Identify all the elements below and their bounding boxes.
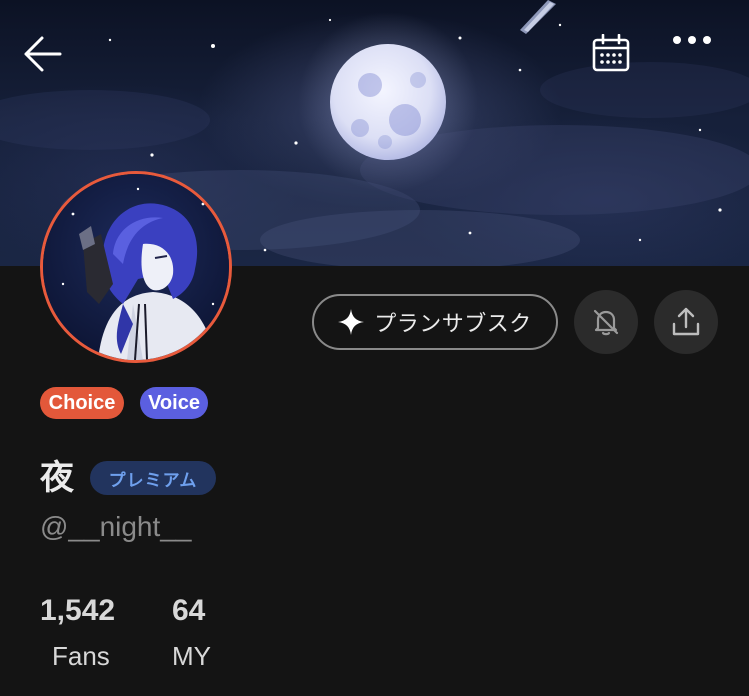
voice-badge: Voice [140,387,208,419]
premium-badge: プレミアム [90,461,216,495]
choice-badge: Choice [40,387,124,419]
my-label[interactable]: MY [172,641,211,672]
user-handle: @__night__ [40,511,192,542]
fans-count[interactable]: 1,542 [40,594,115,628]
arrow-left-icon [24,36,62,72]
calendar-icon [592,34,630,72]
avatar[interactable] [40,171,232,363]
share-icon [672,307,700,336]
avatar-illustration [43,174,229,360]
profile-page: プランサブスク Choice Voice 夜 プレミアム @__night__ … [0,0,749,696]
sparkle-icon [338,309,365,335]
share-button[interactable] [654,290,718,354]
notification-toggle-button[interactable] [574,290,638,354]
my-count[interactable]: 64 [172,594,205,628]
plan-subscribe-label: プランサブスク [374,312,532,337]
more-horizontal-icon [673,36,711,44]
more-options-button[interactable] [672,34,728,86]
back-button[interactable] [22,34,78,86]
calendar-button[interactable] [592,34,648,86]
display-name: 夜 [40,458,74,498]
bell-off-icon [593,309,619,336]
fans-label[interactable]: Fans [52,641,110,672]
plan-subscribe-button[interactable]: プランサブスク [312,294,558,350]
